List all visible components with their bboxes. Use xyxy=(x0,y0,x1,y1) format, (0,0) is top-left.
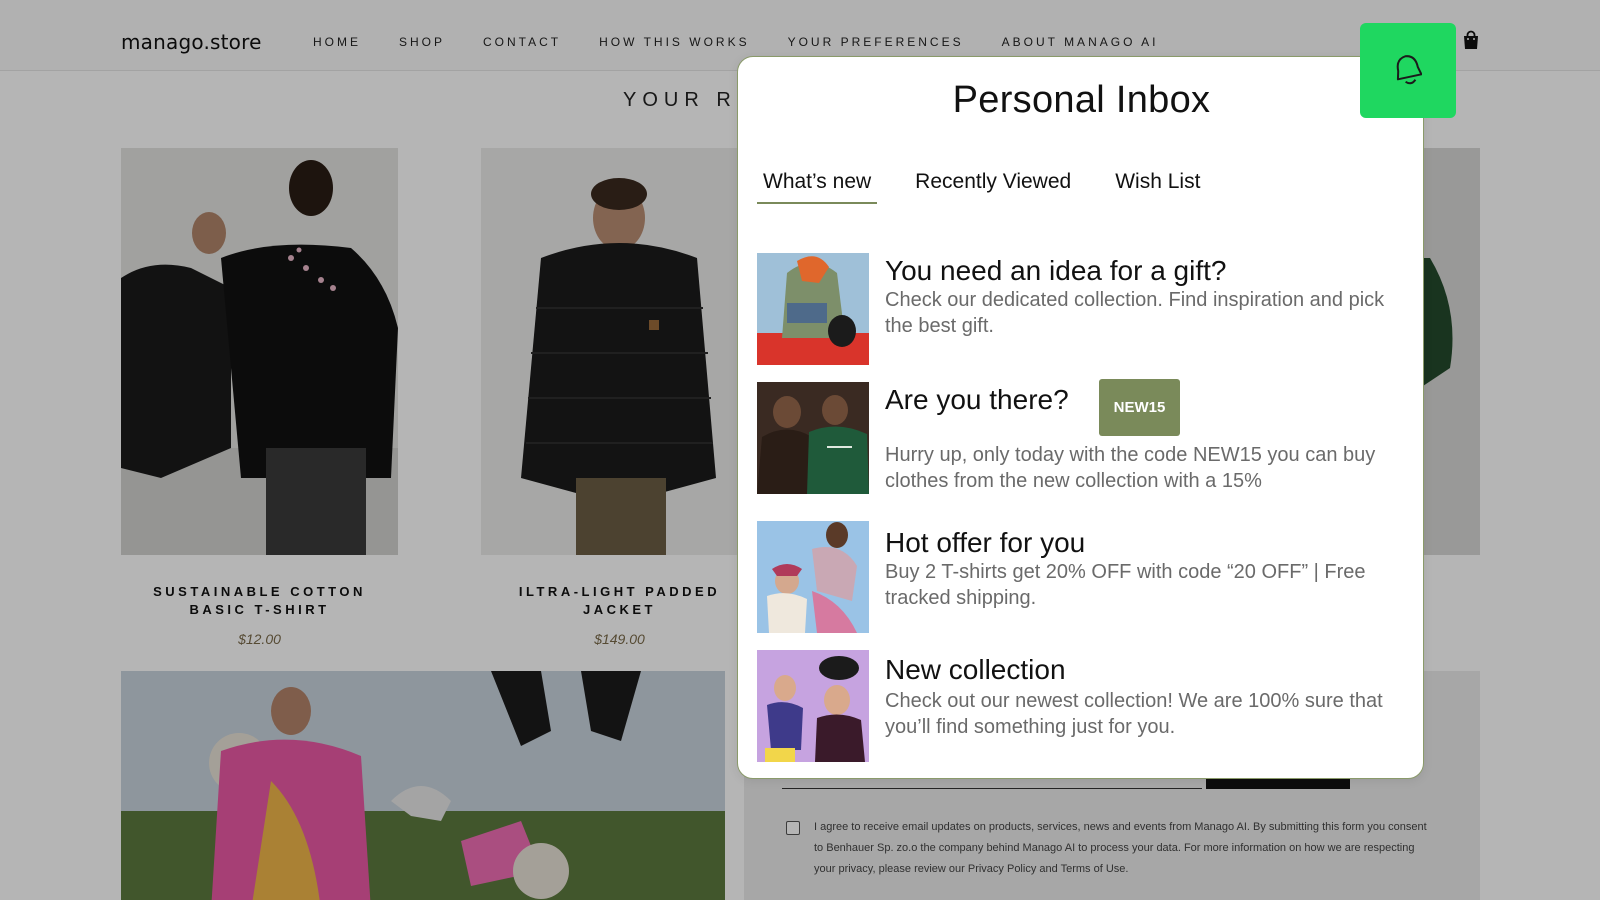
message-thumbnail xyxy=(757,521,869,633)
message-title: Hot offer for you xyxy=(885,527,1086,558)
message-body: Buy 2 T-shirts get 20% OFF with code “20… xyxy=(885,561,1366,609)
message-title: You need an idea for a gift? xyxy=(885,255,1227,286)
message-thumbnail xyxy=(757,253,869,365)
tab-whats-new[interactable]: What’s new xyxy=(757,170,878,204)
message-body: Hurry up, only today with the code NEW15… xyxy=(885,444,1376,492)
message-thumbnail xyxy=(757,650,869,762)
message-body: Check our dedicated collection. Find ins… xyxy=(885,289,1385,337)
inbox-title: Personal Inbox xyxy=(952,79,1211,121)
bell-icon xyxy=(1396,55,1422,85)
promo-code-badge[interactable]: NEW15 xyxy=(1099,379,1180,436)
notifications-button[interactable] xyxy=(1360,23,1456,118)
message-thumbnail xyxy=(757,382,869,494)
message-body: Check out our newest collection! We are … xyxy=(885,690,1383,738)
message-title: New collection xyxy=(885,654,1066,685)
personal-inbox-panel: Personal Inbox What’s new Recently Viewe… xyxy=(737,56,1424,779)
message-title: Are you there? xyxy=(885,384,1069,415)
inbox-tabs: What’s new Recently Viewed Wish List xyxy=(757,170,1238,204)
tab-wish-list[interactable]: Wish List xyxy=(1109,170,1206,204)
tab-recently-viewed[interactable]: Recently Viewed xyxy=(909,170,1077,204)
